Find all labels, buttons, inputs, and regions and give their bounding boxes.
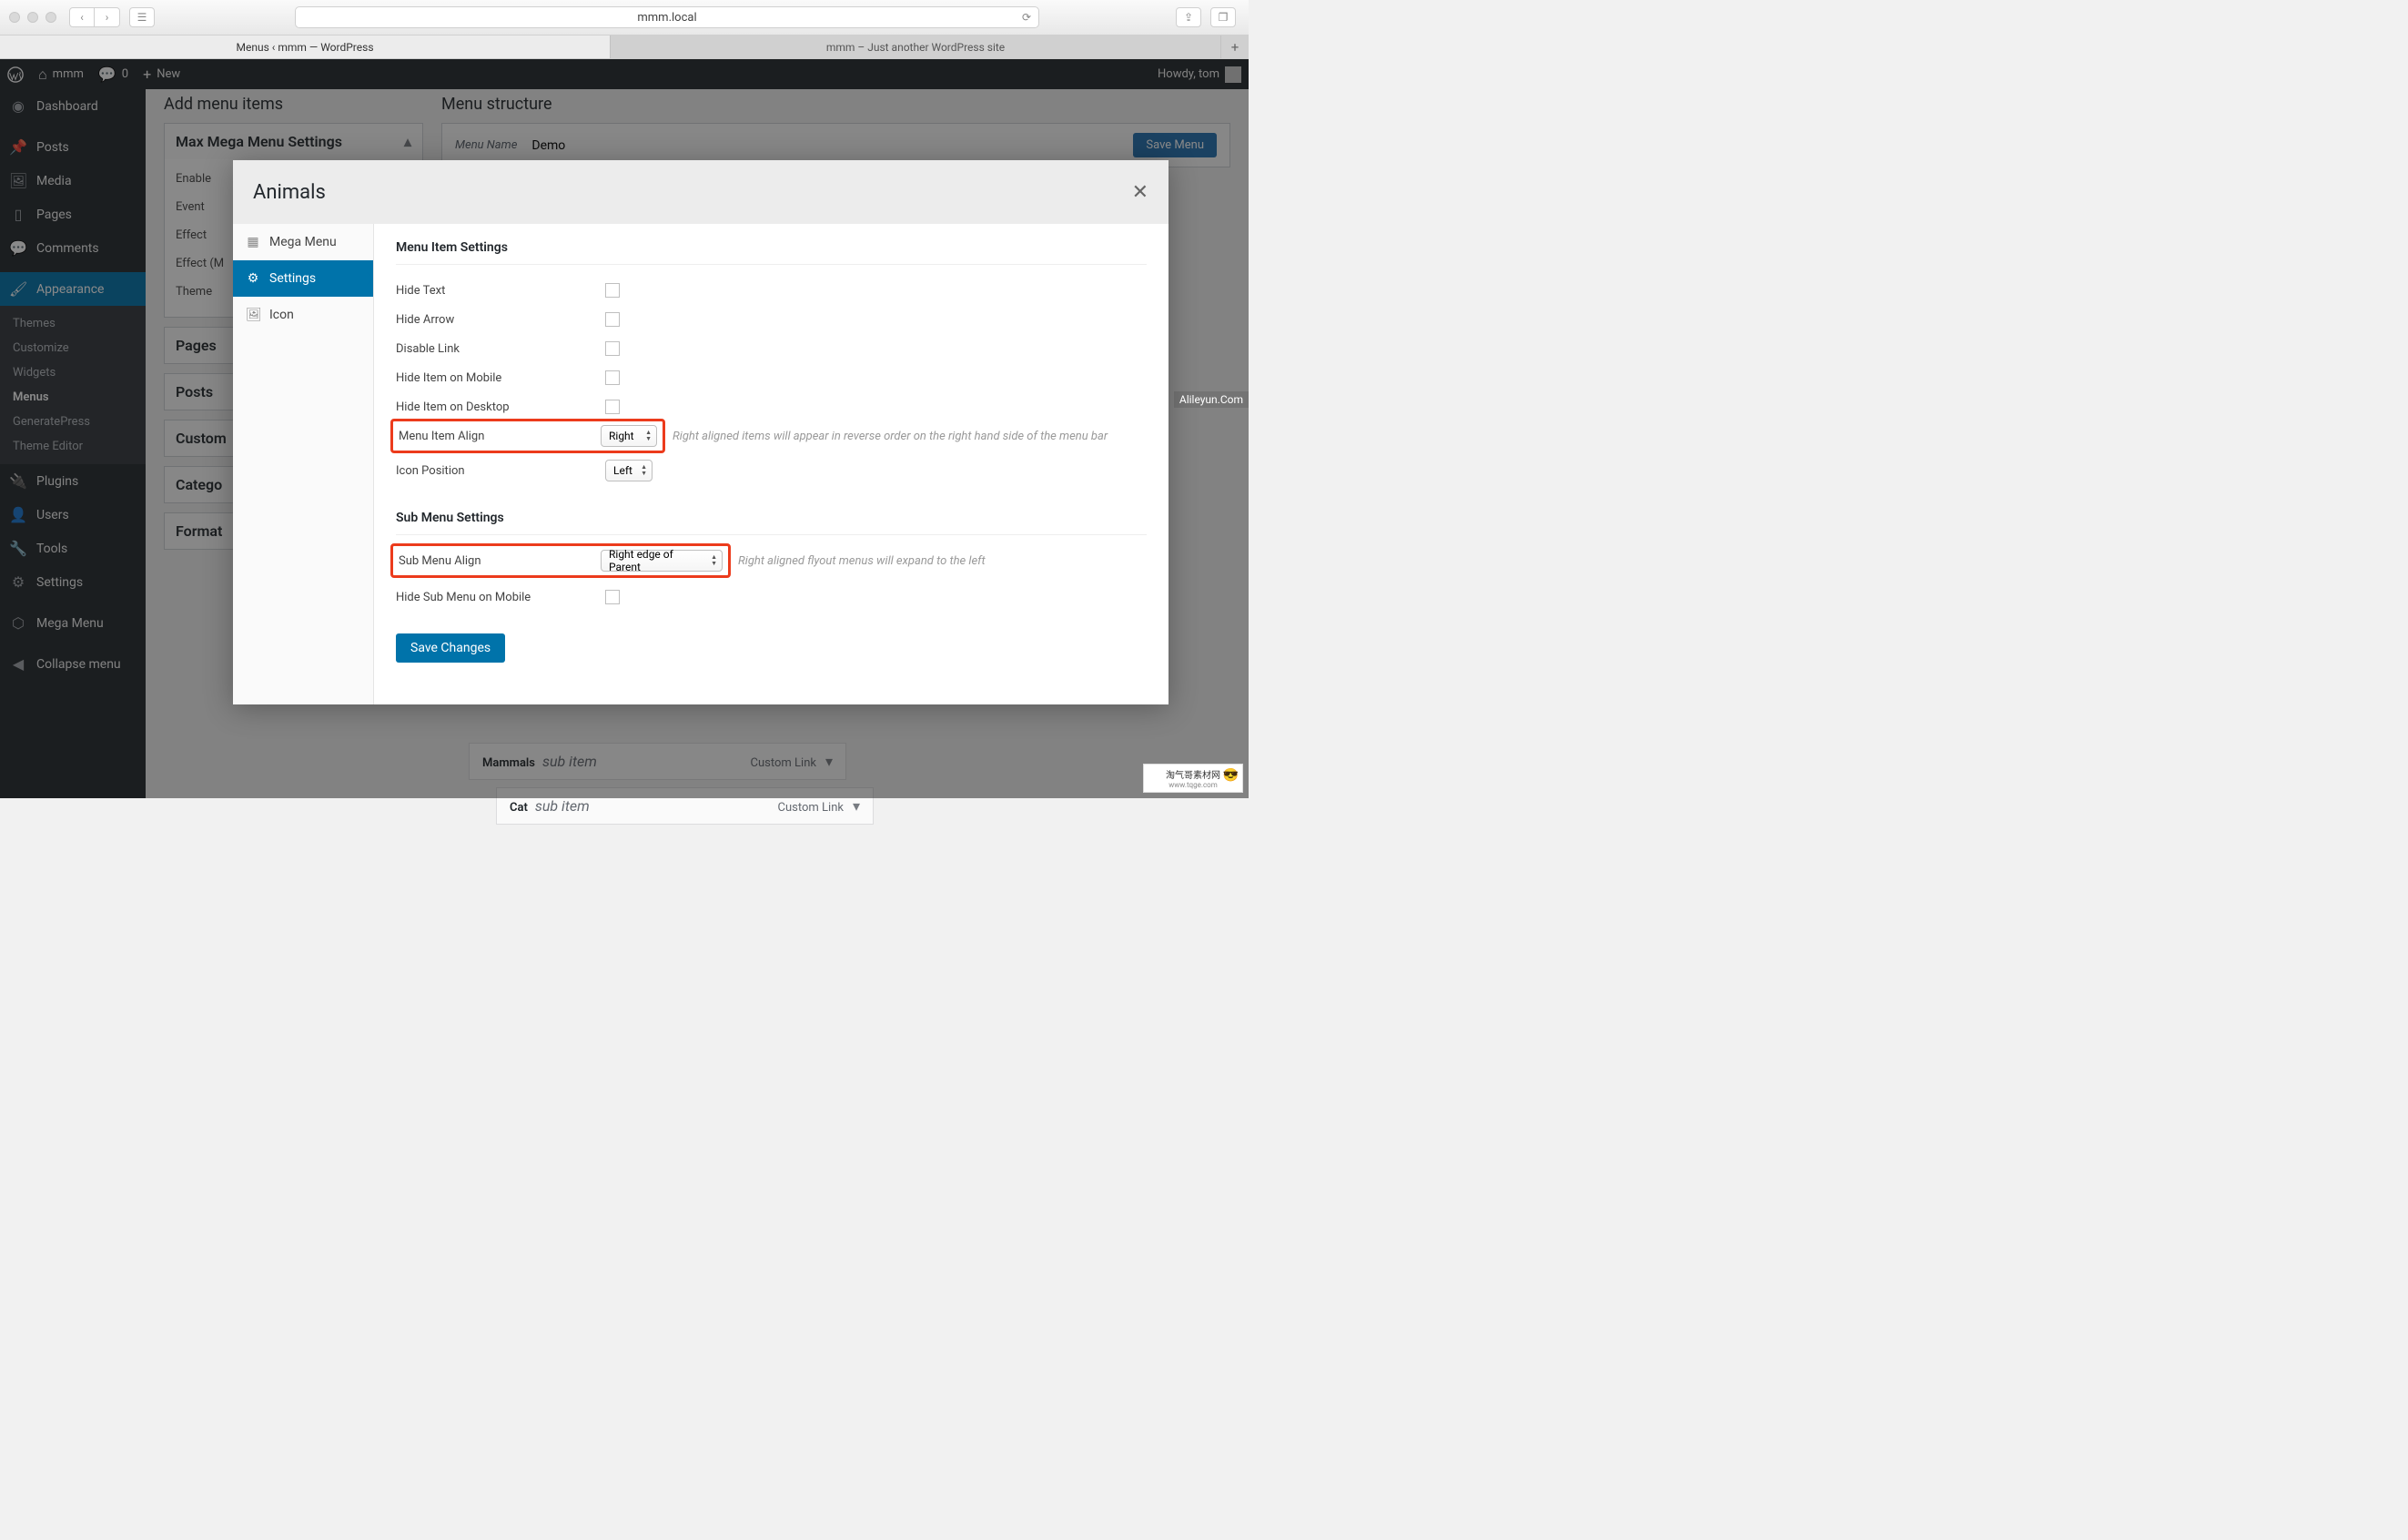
item-title: Cat [510,801,528,815]
item-type: Custom Link [778,801,844,815]
new-tab-button[interactable]: + [1221,35,1249,58]
section-heading: Menu Item Settings [396,240,1147,255]
reload-icon[interactable]: ⟳ [1022,11,1031,24]
field-label: Sub Menu Align [399,554,601,568]
field-label: Hide Text [396,284,605,298]
field-description: Right aligned flyout menus will expand t… [738,554,986,568]
highlight-box: Sub Menu Align Right edge of Parent▲▼ [390,543,731,578]
divider [396,534,1147,535]
traffic-lights [9,12,56,23]
tab-label: Settings [269,271,316,286]
highlight-box: Menu Item Align Right▲▼ [390,419,665,453]
share-icon[interactable]: ⇪ [1176,7,1201,27]
menu-item-modal: Animals ✕ ▦ Mega Menu ⚙ Settings 🖼 Icon Men… [233,160,1169,704]
browser-titlebar: ‹ › ☰ mmm.local ⟳ ⇪ ❐ [0,0,1249,35]
close-window-icon[interactable] [9,12,20,23]
forward-button[interactable]: › [95,7,120,27]
select-value: Right [609,430,634,442]
maximize-window-icon[interactable] [46,12,56,23]
minimize-window-icon[interactable] [27,12,38,23]
grid-icon: ▦ [246,235,260,249]
browser-tab[interactable]: Menus ‹ mmm — WordPress [0,35,611,58]
tab-label: Icon [269,308,294,322]
hide-submenu-mobile-checkbox[interactable] [605,590,620,604]
emoji-icon: 😎 [1223,768,1239,783]
hide-item-desktop-checkbox[interactable] [605,400,620,414]
save-changes-button[interactable]: Save Changes [396,633,505,663]
field-label: Disable Link [396,342,605,356]
field-label: Icon Position [396,464,605,478]
tab-label: Menus ‹ mmm — WordPress [236,41,373,54]
url-bar[interactable]: mmm.local ⟳ [295,6,1039,28]
select-value: Left [613,464,632,477]
hide-item-mobile-checkbox[interactable] [605,370,620,385]
browser-tab[interactable]: mmm – Just another WordPress site [611,35,1221,58]
sidebar-toggle-icon[interactable]: ☰ [129,7,155,27]
field-label: Hide Arrow [396,313,605,327]
modal-content: Menu Item Settings Hide Text Hide Arrow … [374,224,1169,704]
watermark: 淘气哥素材网 www.tqge.com 😎 [1143,764,1243,793]
modal-title: Animals [253,181,326,204]
section-heading: Sub Menu Settings [396,511,1147,525]
field-label: Hide Item on Mobile [396,371,605,385]
gear-icon: ⚙ [246,271,260,286]
back-button[interactable]: ‹ [69,7,95,27]
chevron-down-icon: ▾ [853,797,860,815]
field-description: Right aligned items will appear in rever… [673,430,1108,443]
disable-link-checkbox[interactable] [605,341,620,356]
menu-item-align-select[interactable]: Right▲▼ [601,425,657,447]
tab-settings[interactable]: ⚙ Settings [233,260,373,297]
sub-menu-align-select[interactable]: Right edge of Parent▲▼ [601,550,723,572]
hide-arrow-checkbox[interactable] [605,312,620,327]
tabs-icon[interactable]: ❐ [1210,7,1236,27]
watermark: Alileyun.Com [1174,391,1249,408]
field-label: Hide Sub Menu on Mobile [396,591,605,604]
icon-position-select[interactable]: Left▲▼ [605,460,653,481]
field-label: Hide Item on Desktop [396,400,605,414]
tab-icon[interactable]: 🖼 Icon [233,297,373,333]
browser-tabstrip: Menus ‹ mmm — WordPress mmm – Just anoth… [0,35,1249,59]
select-value: Right edge of Parent [609,548,703,573]
field-label: Menu Item Align [399,430,601,443]
tab-label: mmm – Just another WordPress site [826,41,1005,54]
image-icon: 🖼 [246,308,260,322]
tab-label: Mega Menu [269,235,337,249]
hide-text-checkbox[interactable] [605,283,620,298]
tab-mega-menu[interactable]: ▦ Mega Menu [233,224,373,260]
url-text: mmm.local [637,11,696,25]
divider [396,264,1147,265]
modal-sidebar: ▦ Mega Menu ⚙ Settings 🖼 Icon [233,224,374,704]
modal-header: Animals ✕ [233,160,1169,224]
item-subtext: sub item [535,797,590,815]
modal-close-button[interactable]: ✕ [1132,181,1148,204]
